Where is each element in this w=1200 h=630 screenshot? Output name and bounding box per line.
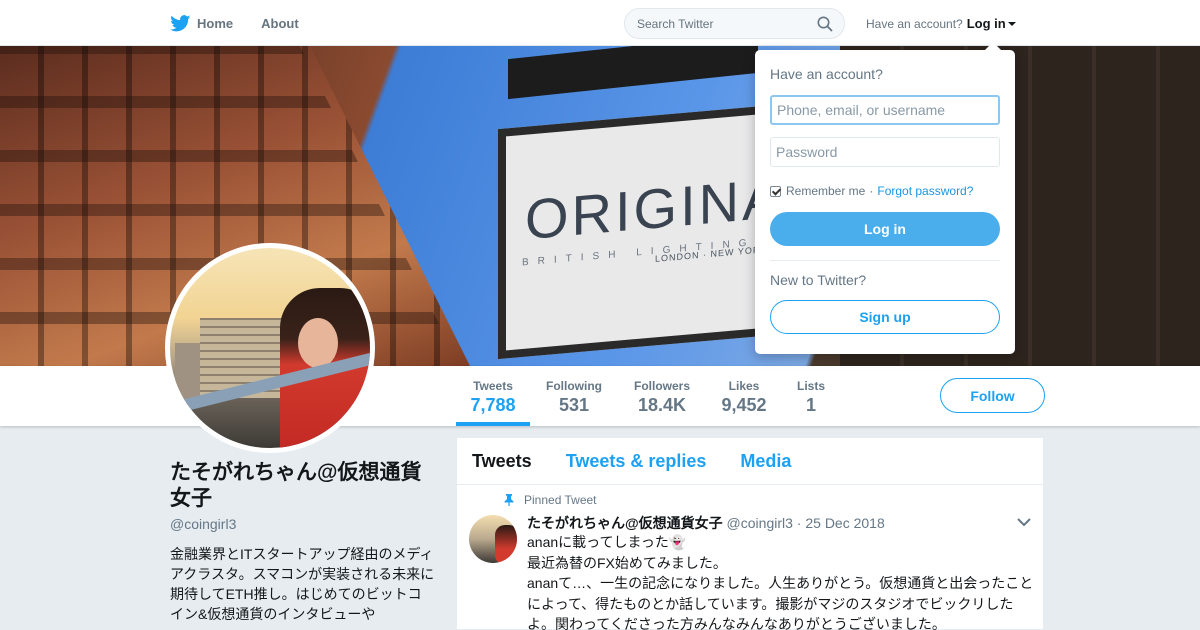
remember-separator: · — [869, 184, 874, 198]
signup-button[interactable]: Sign up — [770, 300, 1000, 334]
avatar-face — [298, 318, 338, 368]
nav-about-link[interactable]: About — [261, 16, 299, 31]
tweet-author-handle[interactable]: @coingirl3 — [727, 515, 793, 531]
remember-label[interactable]: Remember me — [786, 184, 865, 198]
profile-name[interactable]: たそがれちゃん@仮想通貨女子 — [170, 460, 435, 512]
dropdown-divider — [770, 260, 1000, 261]
tab-tweets[interactable]: Tweets — [472, 451, 532, 472]
pinned-label: Pinned Tweet — [504, 493, 597, 507]
stat-label: Lists — [796, 379, 825, 393]
tweet-line: ananて…、一生の記念になりました。人生ありがとう。仮想通貨と出会ったことによ… — [527, 575, 1034, 630]
timeline-tabs: Tweets Tweets & replies Media — [457, 438, 1043, 485]
tweet-separator: · — [796, 515, 802, 531]
search-icon[interactable] — [817, 16, 833, 32]
profile-avatar[interactable] — [165, 243, 375, 453]
stat-value: 9,452 — [721, 395, 767, 415]
banner-sign-pole — [508, 46, 758, 100]
nav-left: Home About — [170, 0, 299, 46]
login-button[interactable]: Log in — [770, 212, 1000, 246]
search-input[interactable] — [625, 9, 805, 38]
forgot-password-link[interactable]: Forgot password? — [877, 184, 973, 198]
tweet-text: ananに載ってしまった👻 最近為替のFX始めてみました。 ananて…、一生の… — [527, 532, 1035, 630]
tweet-date[interactable]: 25 Dec 2018 — [805, 515, 884, 531]
tweet-author-name[interactable]: たそがれちゃん@仮想通貨女子 — [527, 515, 723, 531]
login-dropdown-title: Have an account? — [770, 66, 883, 82]
search-box — [624, 8, 845, 39]
login-dropdown: Have an account? Remember me · Forgot pa… — [755, 42, 1015, 354]
remember-checkbox[interactable] — [770, 185, 781, 197]
nav-home-link[interactable]: Home — [170, 14, 234, 32]
stat-lists[interactable]: Lists 1 — [790, 366, 832, 426]
chevron-down-icon[interactable] — [1017, 518, 1031, 527]
username-field[interactable] — [770, 95, 1000, 125]
profile-handle[interactable]: @coingirl3 — [170, 516, 435, 532]
nav-home-label: Home — [197, 15, 234, 31]
tweet-line: ananに載ってしまった👻 — [527, 534, 687, 550]
tweet-avatar-person — [495, 525, 517, 563]
top-nav: Home About Have an account? Log in — [0, 0, 1200, 46]
pin-icon — [504, 494, 514, 506]
stat-tweets[interactable]: Tweets 7,788 — [456, 366, 530, 426]
stat-value: 7,788 — [470, 395, 516, 415]
stat-label: Likes — [728, 379, 760, 393]
timeline: Tweets Tweets & replies Media Pinned Twe… — [456, 437, 1044, 630]
tweet-avatar[interactable] — [469, 515, 517, 563]
stat-label: Followers — [633, 379, 690, 393]
stat-value: 18.4K — [637, 395, 687, 415]
pinned-tweet[interactable]: Pinned Tweet たそがれちゃん@仮想通貨女子 @coingirl3 ·… — [457, 485, 1043, 630]
stat-value: 1 — [805, 395, 816, 415]
account-menu[interactable]: Have an account? Log in — [866, 16, 1016, 31]
stat-likes[interactable]: Likes 9,452 — [714, 366, 774, 426]
nav-login-link[interactable]: Log in — [967, 16, 1006, 31]
profile-bio-card: たそがれちゃん@仮想通貨女子 @coingirl3 金融業界とITスタートアップ… — [170, 460, 435, 624]
caret-down-icon — [1007, 21, 1016, 26]
stat-label: Tweets — [473, 379, 513, 393]
follow-button[interactable]: Follow — [940, 378, 1045, 413]
stat-following[interactable]: Following 531 — [540, 366, 608, 426]
password-field[interactable] — [770, 137, 1000, 167]
account-prompt: Have an account? — [866, 16, 963, 31]
tweet-line: 最近為替のFX始めてみました。 — [527, 554, 727, 571]
stat-label: Following — [546, 379, 602, 393]
remember-row: Remember me · Forgot password? — [770, 184, 973, 198]
pinned-label-text: Pinned Tweet — [524, 493, 597, 507]
tweet-header: たそがれちゃん@仮想通貨女子 @coingirl3 · 25 Dec 2018 — [527, 513, 885, 533]
new-to-twitter-text: New to Twitter? — [770, 272, 867, 288]
stat-followers[interactable]: Followers 18.4K — [628, 366, 696, 426]
twitter-bird-icon — [170, 14, 191, 31]
profile-bio: 金融業界とITスタートアップ経由のメディアクラスタ。スマコンが実装される未来に期… — [170, 546, 435, 622]
tab-media[interactable]: Media — [740, 451, 791, 472]
tab-tweets-replies[interactable]: Tweets & replies — [566, 451, 707, 472]
stat-value: 531 — [558, 395, 590, 415]
